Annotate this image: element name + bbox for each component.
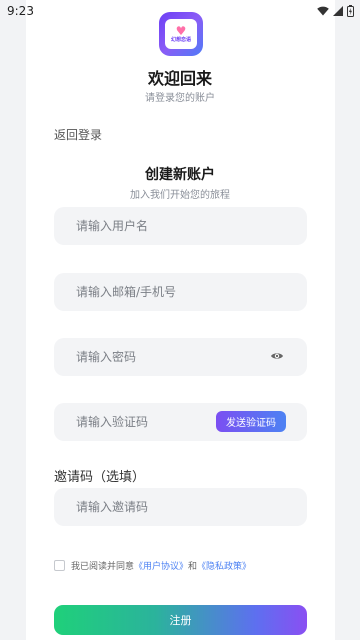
heart-icon: ♥ <box>175 24 187 38</box>
register-subtitle: 加入我们开始您的旅程 <box>130 190 230 201</box>
email-phone-input[interactable] <box>54 273 307 311</box>
and-text: 和 <box>188 562 198 572</box>
register-button[interactable]: 注册 <box>54 605 307 635</box>
logo-text: 幻想恋语 <box>170 37 191 43</box>
welcome-title: 欢迎回来 <box>147 69 212 88</box>
status-bar: 9:23 <box>0 0 360 22</box>
back-to-login-link[interactable]: 返回登录 <box>54 126 102 143</box>
user-agreement-link[interactable]: 《用户协议》 <box>134 559 188 572</box>
invite-code-label: 邀请码（选填） <box>54 470 146 485</box>
status-time: 9:23 <box>7 4 34 18</box>
username-input[interactable] <box>54 207 307 245</box>
send-code-button[interactable]: 发送验证码 <box>216 411 286 432</box>
battery-icon <box>347 5 354 17</box>
invite-code-input[interactable] <box>54 488 307 526</box>
signal-icon <box>333 6 343 16</box>
agreement-row: 我已阅读并同意 《用户协议》 和 《隐私政策》 <box>54 559 251 572</box>
agree-checkbox[interactable] <box>54 560 65 571</box>
register-title: 创建新账户 <box>145 167 215 183</box>
agree-text: 我已阅读并同意 <box>71 562 135 572</box>
welcome-subtitle: 请登录您的账户 <box>145 93 215 104</box>
privacy-policy-link[interactable]: 《隐私政策》 <box>197 559 251 572</box>
eye-icon[interactable] <box>270 349 284 363</box>
wifi-icon <box>317 6 329 16</box>
